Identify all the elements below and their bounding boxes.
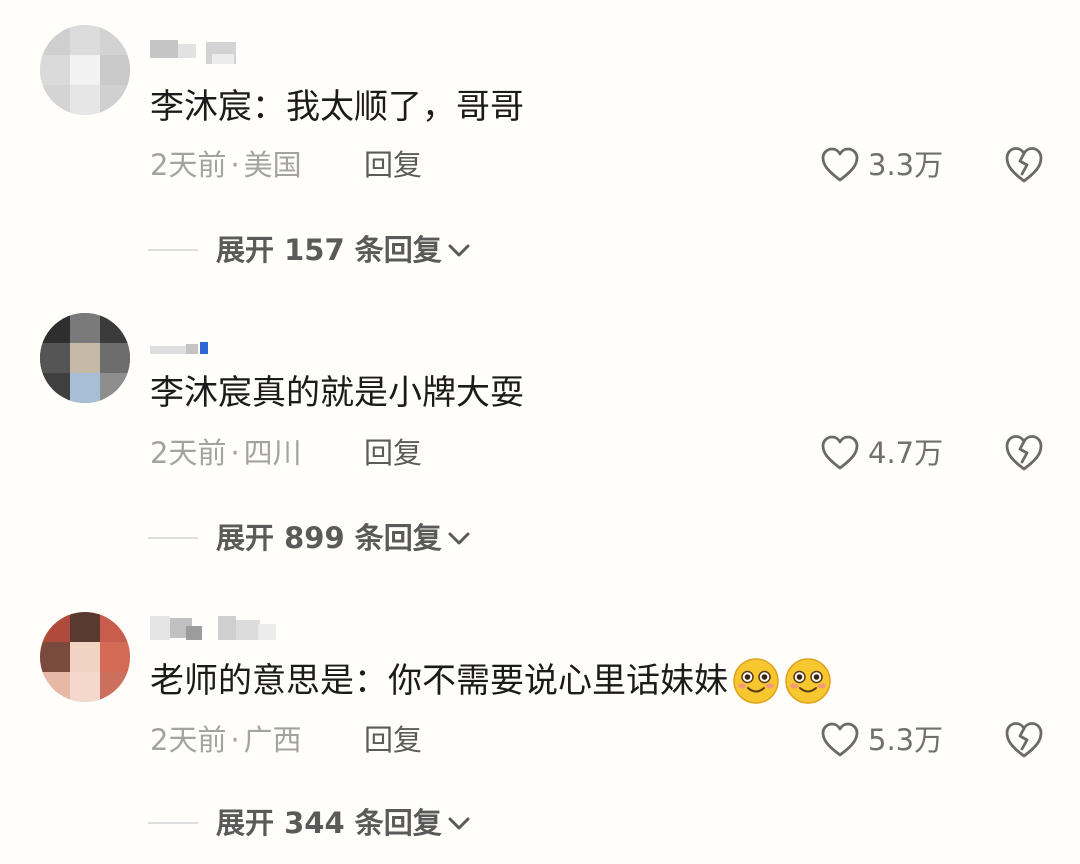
broken-heart-icon — [1005, 722, 1043, 758]
dislike-button[interactable] — [1003, 433, 1045, 477]
smile-emoji-icon — [733, 658, 779, 704]
avatar[interactable] — [40, 313, 130, 403]
comment-text: 老师的意思是：你不需要说心里话妹妹 — [150, 657, 836, 705]
heart-outline-icon — [821, 435, 859, 470]
expand-divider — [148, 822, 198, 824]
comment-time: 2天前 — [150, 148, 227, 182]
like-count: 5.3万 — [868, 723, 944, 757]
expand-divider — [148, 537, 198, 539]
comment-item: 老师的意思是：你不需要说心里话妹妹 2天前 · 广西 回复 5.3万 展开 34… — [0, 576, 1080, 864]
meta-separator: · — [230, 723, 240, 757]
like-button[interactable]: 3.3万 — [820, 146, 943, 184]
chevron-down-icon — [448, 244, 470, 257]
comment-text: 李沐宸：我太顺了，哥哥 — [150, 87, 524, 127]
meta-separator: · — [230, 148, 240, 182]
meta-separator: · — [230, 436, 240, 470]
comment-meta: 2天前 · 广西 — [150, 722, 302, 758]
like-button[interactable]: 5.3万 — [820, 721, 943, 759]
comment-item: 李沐宸：我太顺了，哥哥 2天前 · 美国 回复 3.3万 展开 157 条回复 — [0, 0, 1080, 288]
expand-replies-button[interactable]: 展开 899 条回复 — [216, 520, 472, 556]
broken-heart-icon — [1005, 435, 1043, 471]
like-count: 4.7万 — [868, 436, 944, 470]
chevron-down-icon — [448, 532, 470, 545]
comment-text-content: 李沐宸真的就是小牌大耍 — [150, 373, 524, 413]
comment-time: 2天前 — [150, 723, 227, 757]
dislike-button[interactable] — [1003, 720, 1045, 764]
heart-outline-icon — [821, 147, 859, 182]
expand-divider — [148, 249, 198, 251]
expand-replies-label: 展开 344 条回复 — [216, 806, 442, 840]
comment-location: 广西 — [243, 723, 302, 757]
expand-replies-button[interactable]: 展开 344 条回复 — [216, 805, 472, 841]
broken-heart-icon — [1005, 147, 1043, 183]
blurred-avatar-image — [40, 612, 130, 702]
reply-button[interactable]: 回复 — [364, 435, 422, 471]
dislike-button[interactable] — [1003, 145, 1045, 189]
comment-time: 2天前 — [150, 436, 227, 470]
username-blurred[interactable] — [150, 40, 280, 68]
blurred-avatar-image — [40, 25, 130, 115]
blurred-avatar-image — [40, 313, 130, 403]
like-button[interactable]: 4.7万 — [820, 434, 943, 472]
avatar[interactable] — [40, 25, 130, 115]
reply-button[interactable]: 回复 — [364, 147, 422, 183]
chevron-down-icon — [448, 817, 470, 830]
like-count: 3.3万 — [868, 148, 944, 182]
comment-item: 李沐宸真的就是小牌大耍 2天前 · 四川 回复 4.7万 展开 899 条回复 — [0, 288, 1080, 576]
username-blurred[interactable] — [150, 342, 280, 370]
username-blurred[interactable] — [150, 616, 280, 644]
verified-badge — [200, 342, 208, 354]
comment-text-content: 李沐宸：我太顺了，哥哥 — [150, 87, 524, 127]
expand-replies-label: 展开 157 条回复 — [216, 233, 442, 267]
expand-replies-label: 展开 899 条回复 — [216, 521, 442, 555]
comment-location: 四川 — [243, 436, 302, 470]
comment-text-content: 老师的意思是：你不需要说心里话妹妹 — [150, 661, 728, 701]
heart-outline-icon — [821, 722, 859, 757]
expand-replies-button[interactable]: 展开 157 条回复 — [216, 232, 472, 268]
comment-meta: 2天前 · 美国 — [150, 147, 302, 183]
emoji-group — [732, 657, 836, 705]
comment-location: 美国 — [243, 148, 302, 182]
comment-text: 李沐宸真的就是小牌大耍 — [150, 373, 524, 413]
avatar[interactable] — [40, 612, 130, 702]
reply-button[interactable]: 回复 — [364, 722, 422, 758]
smile-emoji-icon — [785, 658, 831, 704]
comment-meta: 2天前 · 四川 — [150, 435, 302, 471]
